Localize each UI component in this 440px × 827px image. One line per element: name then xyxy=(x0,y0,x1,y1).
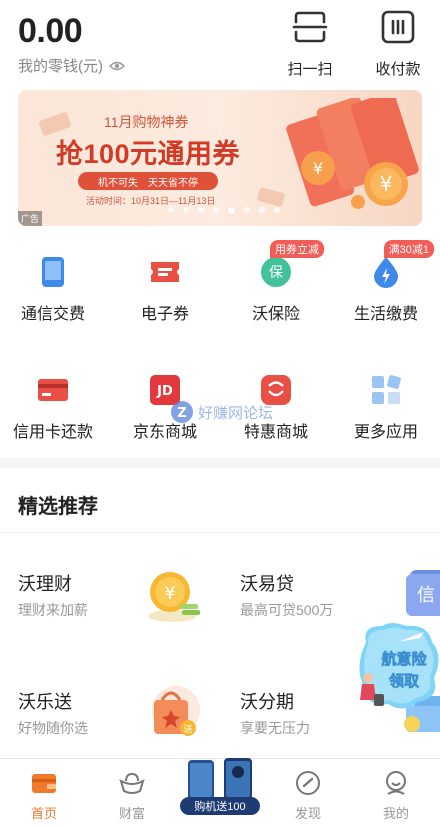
recommend-card-finance[interactable]: 沃理财 理财来加薪 ¥ xyxy=(18,570,218,650)
banner-dot[interactable] xyxy=(198,207,204,213)
app-label: 通信交费 xyxy=(20,306,85,323)
svg-text:Z: Z xyxy=(177,406,186,421)
flight-insurance-promo[interactable]: 航意险 领取 xyxy=(354,620,440,716)
banner-dot[interactable] xyxy=(168,207,174,213)
svg-text:¥: ¥ xyxy=(313,159,323,178)
ticket-icon xyxy=(149,256,181,288)
shield-icon: 保 xyxy=(260,256,292,288)
app-credit-card-repay[interactable]: 信用卡还款 xyxy=(3,374,103,442)
promo-banner[interactable]: 11月购物神券 抢100元通用券 机不可失 天天省不停 活动时间：10月31日—… xyxy=(18,90,422,226)
banner-dot[interactable] xyxy=(274,207,280,213)
recommend-title: 沃易贷 xyxy=(240,574,294,594)
tab-discover[interactable]: 发现 xyxy=(264,759,352,827)
float-promo-line2: 领取 xyxy=(388,672,420,690)
watermark: Z 好赚网论坛 xyxy=(170,400,273,424)
section-title: 精选推荐 xyxy=(18,496,98,518)
tab-label: 财富 xyxy=(118,806,145,821)
balance-label-text: 我的零钱(元) xyxy=(18,58,103,75)
phones-icon xyxy=(188,758,252,800)
scan-label: 扫一扫 xyxy=(287,61,333,78)
grid-icon xyxy=(370,374,402,406)
banner-pill: 机不可失 天天省不停 xyxy=(78,172,218,190)
pay-code-icon xyxy=(379,8,417,46)
tab-label: 我的 xyxy=(382,806,409,821)
home-icon xyxy=(30,769,58,797)
flight-insurance-bubble: 航意险 领取 xyxy=(359,623,439,709)
svg-text:送: 送 xyxy=(183,723,192,735)
app-more[interactable]: 更多应用 xyxy=(336,374,436,442)
phone-promo-label[interactable]: 购机送100 xyxy=(180,797,260,815)
app-phone-recharge[interactable]: 通信交费 xyxy=(3,256,103,324)
banner-date: 活动时间：10月31日—11月13日 xyxy=(86,196,216,206)
recommend-subtitle: 好物随你选 xyxy=(18,720,88,736)
app-badge: 用券立减 xyxy=(270,240,324,258)
tab-mine[interactable]: 我的 xyxy=(352,759,440,827)
pay-label: 收付款 xyxy=(375,61,421,78)
app-utilities[interactable]: 满30减1 生活缴费 xyxy=(336,240,436,324)
tab-home[interactable]: 首页 xyxy=(0,759,88,827)
tab-label: 首页 xyxy=(30,806,57,821)
app-label: 生活缴费 xyxy=(353,306,418,323)
banner-headline: 抢100元通用券 xyxy=(56,139,241,169)
svg-text:¥: ¥ xyxy=(164,583,175,604)
balance-amount: 0.00 xyxy=(18,12,83,50)
eye-icon[interactable] xyxy=(109,61,125,71)
recommend-title: 沃乐送 xyxy=(18,692,72,712)
float-promo-line1: 航意险 xyxy=(381,650,427,668)
tab-wealth[interactable]: 财富 xyxy=(88,759,176,827)
app-insurance[interactable]: 用券立减 保 沃保险 xyxy=(226,240,326,324)
user-icon xyxy=(382,769,410,797)
svg-text:保: 保 xyxy=(269,265,283,281)
recommend-title: 沃分期 xyxy=(240,692,294,712)
banner-dot[interactable] xyxy=(183,207,189,213)
scan-icon xyxy=(291,8,329,46)
svg-text:信: 信 xyxy=(417,585,435,606)
recommend-subtitle: 理财来加薪 xyxy=(18,602,88,618)
watermark-text: 好赚网论坛 xyxy=(198,404,274,422)
watermark-logo-icon: Z xyxy=(171,401,193,423)
compass-icon xyxy=(294,769,322,797)
banner-dot[interactable] xyxy=(244,207,250,213)
credit-card-icon xyxy=(37,374,69,406)
recommend-subtitle: 享要无压力 xyxy=(240,720,310,736)
app-e-coupon[interactable]: 电子券 xyxy=(115,256,215,324)
app-label: 更多应用 xyxy=(353,424,418,441)
banner-dot[interactable] xyxy=(259,207,265,213)
coupon-tickets-icon: ¥ ¥ xyxy=(286,98,419,209)
banner-title: 11月购物神券 xyxy=(104,114,189,130)
pay-button[interactable]: 收付款 xyxy=(368,8,428,79)
banner-dot[interactable] xyxy=(213,207,219,213)
phone-icon xyxy=(37,256,69,288)
app-label: 信用卡还款 xyxy=(12,424,93,441)
loan-wallet-icon: 信 xyxy=(406,570,440,616)
scan-button[interactable]: 扫一扫 xyxy=(280,8,340,79)
app-label: 沃保险 xyxy=(251,306,300,323)
app-badge: 满30减1 xyxy=(383,240,434,258)
app-label: 电子券 xyxy=(140,306,189,323)
tab-label: 发现 xyxy=(294,806,321,821)
recommend-title: 沃理财 xyxy=(18,574,72,594)
ad-tag: 广告 xyxy=(18,211,43,226)
divider xyxy=(0,532,440,533)
svg-text:¥: ¥ xyxy=(380,172,393,196)
ingot-icon xyxy=(118,769,146,797)
banner-pagination[interactable] xyxy=(168,207,280,214)
jd-icon-text: JD xyxy=(156,384,173,399)
banner-dot[interactable] xyxy=(228,207,235,214)
coin-icon: ¥ xyxy=(148,572,200,622)
section-separator xyxy=(0,458,440,468)
water-drop-icon xyxy=(370,256,402,288)
balance-label[interactable]: 我的零钱(元) xyxy=(18,55,125,76)
gift-bag-icon: 送 xyxy=(152,686,200,736)
recommend-subtitle: 最高可贷500万 xyxy=(240,602,334,618)
